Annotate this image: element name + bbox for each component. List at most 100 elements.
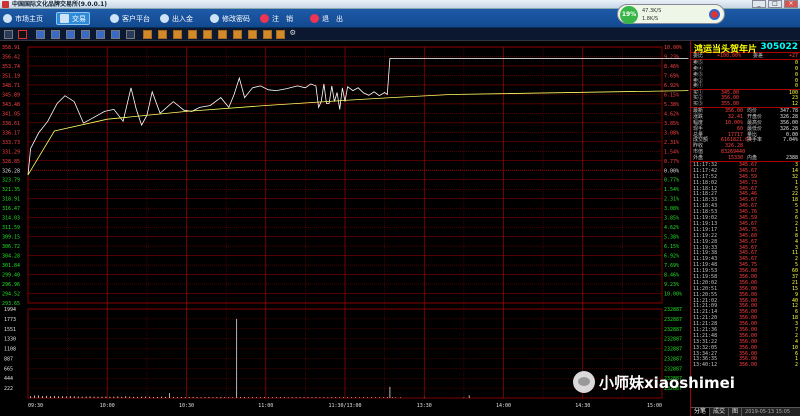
toolbar-pointer-icon[interactable] xyxy=(4,30,13,39)
funds-transfer-icon xyxy=(160,14,169,23)
pct-tick-label: 3.08% xyxy=(664,206,679,212)
minimize-button[interactable]: _ xyxy=(752,0,766,8)
price-tick-label: 338.61 xyxy=(2,121,20,127)
toolbar-gann-icon[interactable] xyxy=(263,30,272,39)
order-book: 卖⑤ 0 卖④ 0 卖③ 0 卖② 0 卖① 0 买① 345.00 100 买② 356.00 23 买③ 35… xyxy=(691,58,800,107)
toolbar-grid-icon[interactable] xyxy=(51,30,60,39)
price-tick-label: 326.28 xyxy=(2,168,20,174)
menu-item-change-password[interactable]: 修改密码 xyxy=(210,12,250,25)
price-tick-label: 309.15 xyxy=(2,235,20,241)
pct-tick-label: 10.00% xyxy=(664,45,682,51)
time-tick-label: 09:30 xyxy=(28,403,43,409)
close-button[interactable]: × xyxy=(784,0,798,8)
stat-label: 外盘 xyxy=(693,155,704,162)
net-speed: 47.3K/S 1.8K/S xyxy=(642,7,661,23)
pct-tick-label: 0.77% xyxy=(664,159,679,165)
chart-toolbar: ⚙ xyxy=(0,28,800,41)
tab-trades[interactable]: 成交 xyxy=(710,408,730,416)
menu-item-client-platform[interactable]: 客户平台 xyxy=(110,12,150,25)
maximize-button[interactable]: □ xyxy=(768,0,782,8)
exit-icon xyxy=(310,14,319,23)
cpu-percent: 19% xyxy=(620,6,638,24)
window-title: 中国国际文化品牌交易所(9.0.0.1) xyxy=(12,1,108,8)
stat-label-2: 内盘 xyxy=(747,155,758,162)
toolbar-text-icon[interactable] xyxy=(143,30,152,39)
toolbar-window-icon[interactable] xyxy=(96,30,105,39)
pct-tick-label: 1.54% xyxy=(664,149,679,155)
time-tick-label: 11:00 xyxy=(258,403,273,409)
time-tick-label: 13:30 xyxy=(417,403,432,409)
volume-tick-label: 665 xyxy=(4,366,13,372)
menu-item-home[interactable]: 市场主页 xyxy=(3,12,43,25)
tick-price: 356.00 xyxy=(739,362,758,369)
pct-tick-label: 3.85% xyxy=(664,121,679,127)
menu-item-funds-transfer[interactable]: 出入金 xyxy=(160,12,193,25)
menu-item-exit[interactable]: 退 出 xyxy=(310,12,343,25)
logout-icon xyxy=(260,14,269,23)
toolbar-draw-line-icon[interactable] xyxy=(18,30,27,39)
wei-bi-row: 委比 +100.00% 委差 +27 xyxy=(693,53,798,59)
pct-tick-label: 6.92% xyxy=(664,254,679,260)
volume-tick-label: 1330 xyxy=(4,337,16,343)
price-tick-label: 299.40 xyxy=(2,273,20,279)
volume-tick-label: 887 xyxy=(4,356,13,362)
price-tick-label: 296.96 xyxy=(2,282,20,288)
network-speed-widget[interactable]: 19% 47.3K/S 1.8K/S xyxy=(617,4,725,24)
tick-row[interactable]: 13:40:12 356.00 2 xyxy=(691,362,800,368)
pct-tick-label: 1.54% xyxy=(664,187,679,193)
toolbar-cycle-icon[interactable] xyxy=(248,30,257,39)
time-tick-label: 10:00 xyxy=(100,403,115,409)
pct-tick-label: 2.31% xyxy=(664,197,679,203)
pct-tick-label: 4.62% xyxy=(664,225,679,231)
watermark-text: 小师妹xiaoshimei xyxy=(599,373,735,392)
toolbar-rect-icon[interactable] xyxy=(188,30,197,39)
volume-tick-label: 1108 xyxy=(4,347,16,353)
home-icon xyxy=(3,14,12,23)
window-controls: _ □ × xyxy=(752,0,798,8)
pct-tick-label: 9.23% xyxy=(664,282,679,288)
price-tick-label: 345.89 xyxy=(2,92,20,98)
volume-tick-label-right: 232887 xyxy=(664,307,682,313)
price-tick-label: 321.35 xyxy=(2,187,20,193)
tick-list[interactable]: 11:17:32 345.67 3 11:17:42 345.67 14 11:17:52 3… xyxy=(691,161,800,368)
pct-tick-label: 3.85% xyxy=(664,216,679,222)
menu-item-trade[interactable]: 交易 xyxy=(56,12,90,25)
stat-value-2: 2388 xyxy=(785,155,798,162)
volume-tick-label: 1994 xyxy=(4,307,16,313)
price-tick-label: 348.71 xyxy=(2,83,20,89)
settings-gear-icon[interactable]: ⚙ xyxy=(290,29,299,38)
pct-tick-label: 7.69% xyxy=(664,263,679,269)
toolbar-ray-icon[interactable] xyxy=(158,30,167,39)
toolbar-panel-icon[interactable] xyxy=(81,30,90,39)
price-tick-label: 323.79 xyxy=(2,178,20,184)
price-tick-label: 316.47 xyxy=(2,206,20,212)
volume-tick-label: 444 xyxy=(4,376,13,382)
price-tick-label: 358.91 xyxy=(2,45,20,51)
pct-tick-label: 6.15% xyxy=(664,244,679,250)
pct-tick-label: 8.46% xyxy=(664,273,679,279)
volume-tick-label: 222 xyxy=(4,386,13,392)
pct-tick-label: 4.62% xyxy=(664,111,679,117)
toolbar-channel-icon[interactable] xyxy=(233,30,242,39)
toolbar-parallel-icon[interactable] xyxy=(173,30,182,39)
toolbar-arc-icon[interactable] xyxy=(218,30,227,39)
toolbar-delete-icon[interactable] xyxy=(276,30,285,39)
time-tick-label: 10:30 xyxy=(179,403,194,409)
intraday-chart[interactable]: 358.91 356.42 353.74 351.19 348.71 345.89 343.… xyxy=(0,41,690,416)
price-tick-label: 351.19 xyxy=(2,73,20,79)
toolbar-fib-icon[interactable] xyxy=(203,30,212,39)
toolbar-table-icon[interactable] xyxy=(111,30,120,39)
tab-date: 2019-05-13 15:05 xyxy=(745,409,791,415)
toolbar-list-icon[interactable] xyxy=(66,30,75,39)
toolbar-layout-icon[interactable] xyxy=(36,30,45,39)
watermark: 小师妹xiaoshimei xyxy=(573,369,773,395)
stat-row: 外盘 15330 内盘 2388 xyxy=(691,155,800,161)
time-tick-label: 15:00 xyxy=(647,403,662,409)
pct-tick-label: 2.31% xyxy=(664,140,679,146)
tab-ticks[interactable]: 分笔 xyxy=(691,408,711,416)
price-tick-label: 353.74 xyxy=(2,64,20,70)
menu-item-logout[interactable]: 注 销 xyxy=(260,12,293,25)
tab-chart[interactable]: 图 xyxy=(729,408,743,416)
quote-tabs: 分笔 成交 图 2019-05-13 15:05 xyxy=(691,407,800,416)
toolbar-separator-icon[interactable] xyxy=(126,30,135,39)
